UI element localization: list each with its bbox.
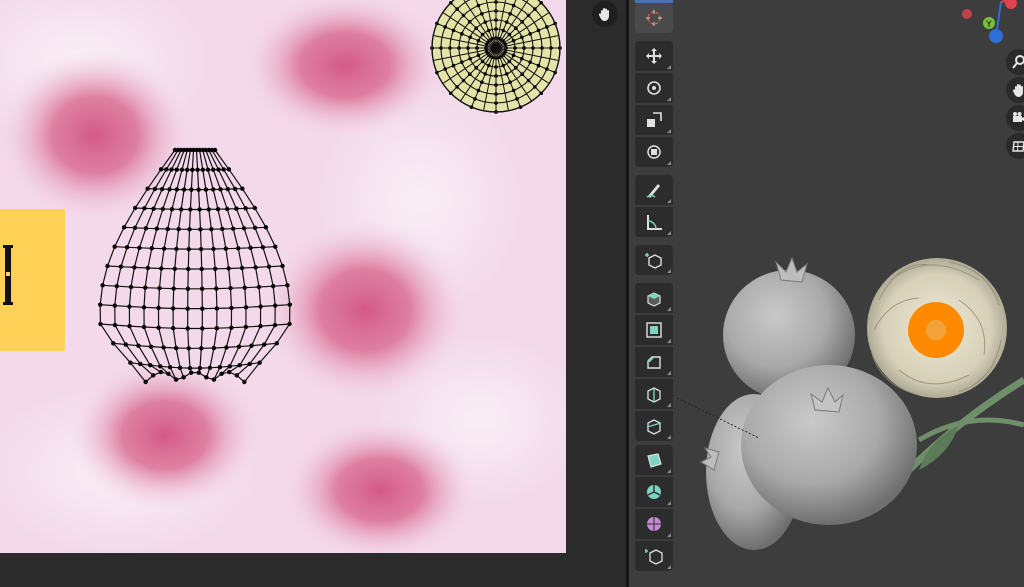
tool-options-corner bbox=[667, 161, 671, 165]
uv-hand-button[interactable] bbox=[592, 1, 618, 27]
loop-cut-tool[interactable] bbox=[635, 379, 673, 409]
cursor-icon bbox=[646, 10, 662, 26]
navigation-gizmo: Y bbox=[962, 0, 1017, 43]
extrude-icon bbox=[647, 292, 661, 307]
uv-texture-canvas[interactable] bbox=[0, 0, 566, 553]
rotate-icon bbox=[647, 81, 661, 95]
annotate-tool[interactable] bbox=[635, 175, 673, 205]
tool-options-corner bbox=[667, 269, 671, 273]
tool-options-corner bbox=[667, 469, 671, 473]
move-icon bbox=[646, 48, 662, 64]
inset-tool[interactable] bbox=[635, 315, 673, 345]
bevel-tool[interactable] bbox=[635, 347, 673, 377]
knife-icon bbox=[646, 419, 662, 435]
tool-options-corner bbox=[667, 435, 671, 439]
flower-model bbox=[867, 258, 1007, 398]
uv-editor[interactable] bbox=[0, 0, 626, 587]
rotate-tool[interactable] bbox=[635, 73, 673, 103]
tool-options-corner bbox=[667, 97, 671, 101]
tool-options-corner bbox=[667, 403, 671, 407]
measure-icon bbox=[647, 215, 662, 230]
inset-icon bbox=[646, 322, 662, 338]
annotate-icon bbox=[646, 184, 660, 198]
zoom-icon bbox=[1012, 55, 1024, 69]
transform-icon bbox=[647, 145, 661, 159]
loop-cut-icon bbox=[647, 387, 661, 403]
knife-tool[interactable] bbox=[635, 411, 673, 441]
spin-tool[interactable] bbox=[635, 477, 673, 507]
hand-icon bbox=[598, 8, 609, 21]
tool-options-corner bbox=[667, 371, 671, 375]
move-tool[interactable] bbox=[635, 41, 673, 71]
add-cube-icon bbox=[645, 253, 662, 269]
bevel-icon bbox=[647, 356, 661, 369]
texture-blob bbox=[70, 360, 260, 510]
smooth-icon bbox=[647, 517, 661, 531]
tool-options-corner bbox=[667, 129, 671, 133]
measure-tool[interactable] bbox=[635, 207, 673, 237]
tool-options-corner bbox=[667, 501, 671, 505]
cursor-tool[interactable] bbox=[635, 3, 673, 33]
texture-blob bbox=[265, 220, 465, 400]
tool-options-corner bbox=[667, 199, 671, 203]
gizmo-y-label: Y bbox=[985, 20, 992, 30]
tool-options-corner bbox=[667, 231, 671, 235]
shear-tool[interactable] bbox=[635, 541, 673, 571]
transform-tool[interactable] bbox=[635, 137, 673, 167]
tool-options-corner bbox=[667, 533, 671, 537]
grid-icon bbox=[1012, 141, 1024, 152]
scale-tool[interactable] bbox=[635, 105, 673, 135]
texture-blob bbox=[0, 50, 190, 220]
poly-build-icon bbox=[647, 453, 662, 468]
3d-viewport[interactable]: Y bbox=[629, 0, 1024, 587]
smooth-tool[interactable] bbox=[635, 509, 673, 539]
tool-options-corner bbox=[667, 307, 671, 311]
camera-icon bbox=[1013, 112, 1024, 122]
tool-options-corner bbox=[667, 565, 671, 569]
poly-build-tool[interactable] bbox=[635, 445, 673, 475]
tool-options-corner bbox=[667, 65, 671, 69]
add-cube-tool[interactable] bbox=[635, 245, 673, 275]
scale-icon bbox=[647, 112, 662, 127]
tool-options-corner bbox=[667, 339, 671, 343]
spin-icon bbox=[647, 485, 661, 499]
hand-icon bbox=[1012, 84, 1023, 97]
shear-icon bbox=[645, 549, 663, 565]
extrude-tool[interactable] bbox=[635, 283, 673, 313]
